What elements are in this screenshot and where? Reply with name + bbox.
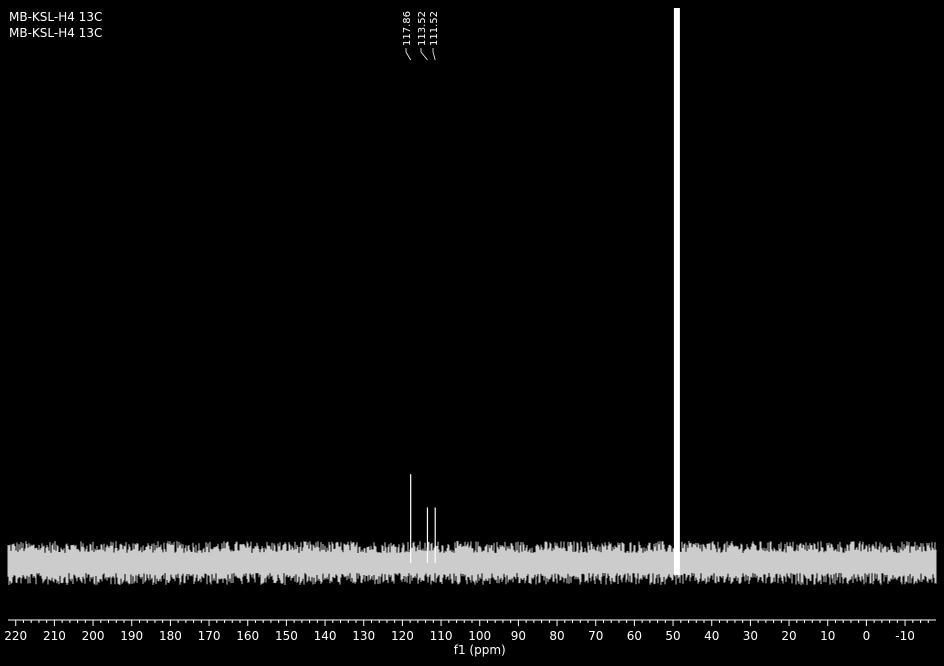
x-tick-label: 110: [430, 629, 453, 643]
x-tick-label: 170: [198, 629, 221, 643]
x-tick-label: 20: [781, 629, 796, 643]
peak-label-connector-2: [432, 48, 436, 61]
x-tick-label: 120: [391, 629, 414, 643]
x-tick-label: 190: [120, 629, 143, 643]
baseline-noise-trace: [7, 541, 937, 585]
x-tick-label: 50: [665, 629, 680, 643]
x-tick-label: 200: [82, 629, 105, 643]
x-tick-label: 40: [704, 629, 719, 643]
x-tick-label: 160: [236, 629, 259, 643]
x-tick-label: 220: [4, 629, 27, 643]
peak-label-2: 111.52: [429, 11, 440, 46]
x-tick-label: 60: [627, 629, 642, 643]
x-tick-label: 210: [43, 629, 66, 643]
peak-labels: 117.86 113.52 111.52: [402, 11, 440, 61]
peak-3: [673, 8, 680, 575]
x-tick-label: 130: [352, 629, 375, 643]
baseline-noise: [7, 541, 937, 585]
peak-label-0: 117.86: [402, 11, 413, 46]
x-tick-label: 180: [159, 629, 182, 643]
x-tick-label: 100: [468, 629, 491, 643]
peak-label-connector-0: [405, 48, 412, 61]
x-tick-label: 0: [863, 629, 871, 643]
x-axis: 220 210 200 190 180 170 160 150 140 130 120 110 100 9…: [4, 619, 936, 643]
x-tick-label: 90: [511, 629, 526, 643]
x-tick-label: -10: [895, 629, 915, 643]
x-tick-label: 80: [549, 629, 564, 643]
peaks: [410, 8, 680, 575]
peak-label-connector-1: [420, 48, 428, 61]
x-tick-label: 70: [588, 629, 603, 643]
peak-label-1: 113.52: [417, 11, 428, 46]
x-tick-label: 140: [314, 629, 337, 643]
x-tick-label: 150: [275, 629, 298, 643]
x-axis-label: f1 (ppm): [454, 643, 506, 657]
x-tick-label: 10: [820, 629, 835, 643]
nmr-spectrum-chart: 117.86 113.52 111.52 220 210 200 190 180 170 160…: [4, 8, 937, 657]
x-tick-label: 30: [743, 629, 758, 643]
